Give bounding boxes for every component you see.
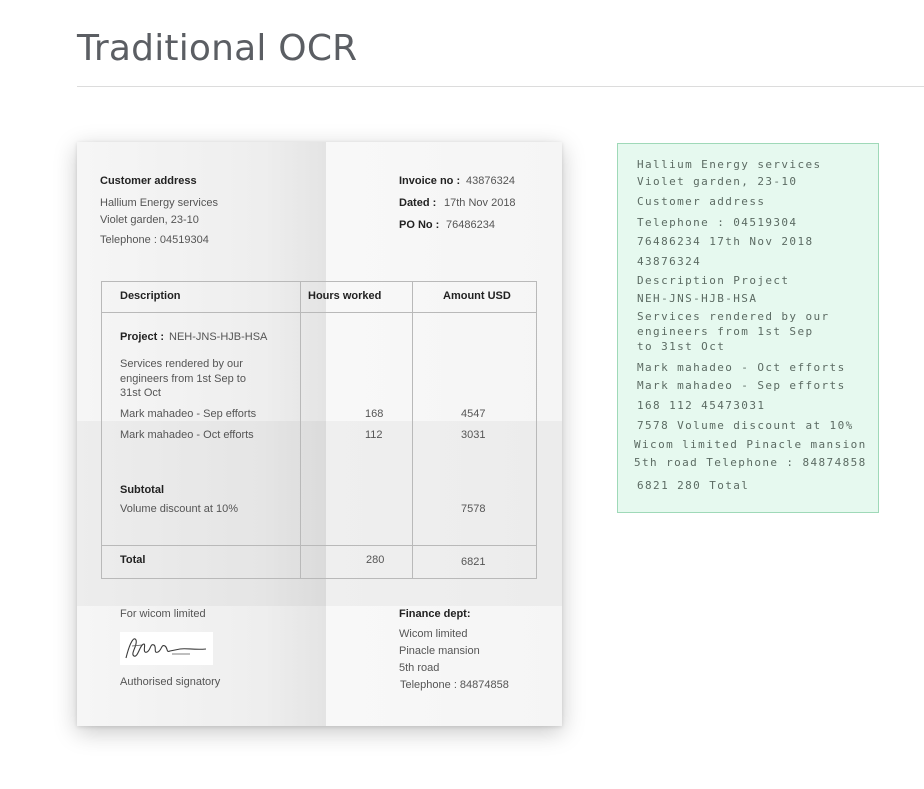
ocr-line: Violet garden, 23-10 bbox=[637, 175, 798, 188]
ocr-line: Services rendered by our bbox=[637, 310, 830, 323]
row-hours: 112 bbox=[365, 429, 383, 441]
header-hours-worked: Hours worked bbox=[308, 290, 382, 302]
ocr-line: Description Project bbox=[637, 274, 790, 287]
signature-image bbox=[120, 632, 213, 665]
table-column-divider bbox=[412, 282, 413, 578]
dated-value: 17th Nov 2018 bbox=[444, 197, 516, 209]
discount-label: Volume discount at 10% bbox=[120, 503, 239, 515]
authorised-signatory: Authorised signatory bbox=[120, 676, 221, 688]
invoice-no-value: 43876324 bbox=[466, 175, 515, 187]
services-line: engineers from 1st Sep to bbox=[120, 373, 246, 385]
subtotal-label: Subtotal bbox=[120, 484, 164, 496]
table-total-divider bbox=[102, 545, 536, 546]
ocr-line: Customer address bbox=[637, 195, 766, 208]
row-description: Mark mahadeo - Oct efforts bbox=[120, 429, 254, 441]
row-amount: 3031 bbox=[461, 429, 486, 441]
ocr-line: Hallium Energy services bbox=[637, 158, 822, 171]
total-hours: 280 bbox=[366, 554, 385, 566]
page-title: Traditional OCR bbox=[77, 28, 358, 69]
title-divider bbox=[77, 86, 924, 87]
ocr-line: 7578 Volume discount at 10% bbox=[637, 419, 854, 432]
row-hours: 168 bbox=[365, 408, 384, 420]
finance-line: Wicom limited bbox=[399, 628, 468, 640]
po-label: PO No : bbox=[399, 219, 440, 231]
ocr-line: Telephone : 04519304 bbox=[637, 216, 798, 229]
ocr-line: 6821 280 Total bbox=[637, 479, 750, 492]
header-description: Description bbox=[120, 290, 181, 302]
dated-label: Dated : bbox=[399, 197, 437, 209]
ocr-line: to 31st Oct bbox=[637, 340, 726, 353]
customer-name: Hallium Energy services bbox=[100, 197, 218, 209]
finance-line: Pinacle mansion bbox=[399, 645, 480, 657]
ocr-line: 43876324 bbox=[637, 255, 702, 268]
po-value: 76486234 bbox=[446, 219, 495, 231]
finance-dept-heading: Finance dept: bbox=[399, 608, 471, 620]
ocr-output-panel: Hallium Energy services Violet garden, 2… bbox=[617, 143, 879, 513]
ocr-line: NEH-JNS-HJB-HSA bbox=[637, 292, 758, 305]
for-company-label: For wicom limited bbox=[120, 608, 206, 620]
discount-amount: 7578 bbox=[461, 503, 486, 515]
ocr-line: 76486234 17th Nov 2018 bbox=[637, 235, 814, 248]
ocr-line: Mark mahadeo - Oct efforts bbox=[637, 361, 846, 374]
table-header-divider bbox=[102, 312, 536, 313]
row-description: Mark mahadeo - Sep efforts bbox=[120, 408, 257, 420]
customer-address: Violet garden, 23-10 bbox=[100, 214, 199, 226]
total-label: Total bbox=[120, 554, 146, 566]
customer-address-heading: Customer address bbox=[100, 175, 197, 187]
finance-line: Telephone : 84874858 bbox=[400, 679, 509, 691]
finance-line: 5th road bbox=[399, 662, 440, 674]
ocr-line: engineers from 1st Sep bbox=[637, 325, 814, 338]
row-amount: 4547 bbox=[461, 408, 486, 420]
project-label: Project : bbox=[120, 331, 165, 343]
signature-scribble bbox=[125, 638, 207, 659]
project-value: NEH-JNS-HJB-HSA bbox=[169, 331, 268, 343]
ocr-line: Mark mahadeo - Sep efforts bbox=[637, 379, 846, 392]
services-line: 31st Oct bbox=[120, 387, 161, 399]
total-amount: 6821 bbox=[461, 556, 486, 568]
invoice-no-label: Invoice no : bbox=[399, 175, 461, 187]
table-column-divider bbox=[300, 282, 301, 578]
invoice-document: Customer address Hallium Energy services… bbox=[77, 142, 562, 726]
ocr-line: 168 112 45473031 bbox=[637, 399, 766, 412]
customer-phone: Telephone : 04519304 bbox=[100, 234, 209, 246]
ocr-line: Wicom limited Pinacle mansion bbox=[634, 438, 867, 451]
header-amount-usd: Amount USD bbox=[443, 290, 511, 302]
services-line: Services rendered by our bbox=[120, 358, 243, 370]
ocr-line: 5th road Telephone : 84874858 bbox=[634, 456, 867, 469]
